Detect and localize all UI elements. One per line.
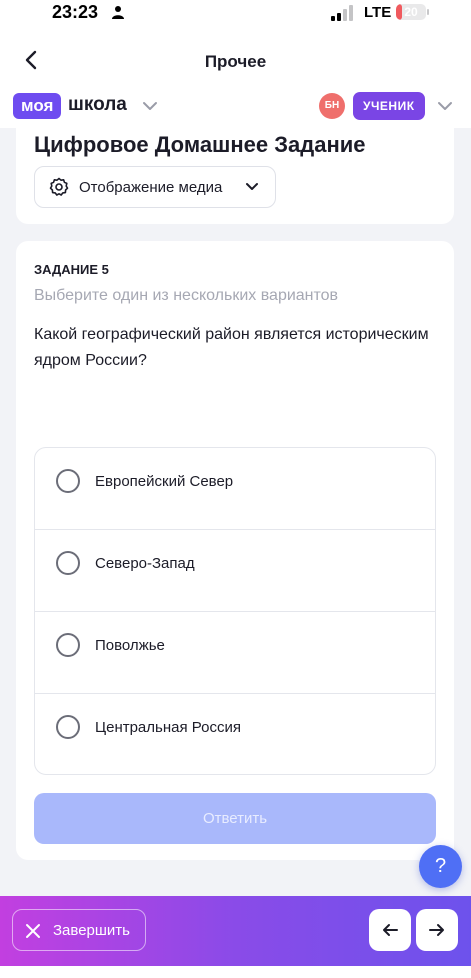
radio-button[interactable] (56, 469, 80, 493)
previous-task-button[interactable] (369, 909, 411, 951)
page-title: Прочее (204, 52, 267, 71)
navigation-bar: Прочее (0, 26, 471, 90)
battery-icon: 20 (396, 4, 426, 20)
chevron-down-icon (246, 183, 258, 190)
answer-option-label: Поволжье (95, 637, 165, 654)
homework-header-card: Цифровое Домашнее Задание Отображение ме… (16, 128, 454, 224)
answer-option[interactable]: Северо-Запад (35, 530, 435, 612)
answer-option-label: Центральная Россия (95, 719, 241, 736)
arrow-left-icon (383, 924, 398, 936)
answer-options: Европейский Север Северо-Запад Поволжье … (34, 447, 436, 775)
status-time: 23:23 (52, 2, 99, 22)
radio-button[interactable] (56, 633, 80, 657)
radio-button[interactable] (56, 551, 80, 575)
signal-icon (331, 5, 353, 21)
next-task-button[interactable] (416, 909, 458, 951)
task-number: ЗАДАНИЕ 5 (34, 262, 109, 277)
task-hint: Выберите один из нескольких вариантов (34, 287, 339, 304)
brand-bar: моя школа БН УЧЕНИК (0, 90, 471, 128)
submit-answer-button[interactable]: Ответить (34, 793, 436, 844)
gear-icon (49, 177, 69, 196)
bottom-action-bar: Завершить (0, 896, 471, 966)
media-display-label: Отображение медиа (79, 179, 223, 196)
logo-badge[interactable]: моя (13, 93, 62, 119)
logo-text[interactable]: школа (68, 94, 127, 116)
answer-option-label: Северо-Запад (95, 555, 195, 572)
battery-percent: 20 (404, 5, 418, 19)
finish-button[interactable]: Завершить (12, 909, 146, 951)
answer-option[interactable]: Центральная Россия (35, 694, 435, 774)
arrow-right-icon (429, 924, 444, 936)
finish-label: Завершить (53, 922, 130, 939)
role-badge[interactable]: УЧЕНИК (353, 92, 425, 120)
homework-title: Цифровое Домашнее Задание (34, 132, 366, 157)
home-indicator-area (0, 966, 471, 978)
answer-option-label: Европейский Север (95, 473, 234, 490)
chevron-down-icon[interactable] (142, 100, 158, 112)
chevron-down-icon[interactable] (437, 100, 453, 112)
answer-option[interactable]: Европейский Север (35, 448, 435, 530)
close-icon (26, 924, 40, 938)
answer-option[interactable]: Поволжье (35, 612, 435, 694)
battery-cap (427, 9, 429, 15)
radio-button[interactable] (56, 715, 80, 739)
network-type: LTE (364, 4, 392, 21)
task-question: Какой географический район является исто… (34, 326, 429, 369)
status-bar: 23:23 LTE 20 (0, 0, 471, 26)
avatar[interactable]: БН (319, 93, 345, 119)
person-icon (112, 6, 124, 19)
task-card: ЗАДАНИЕ 5 Выберите один из нескольких ва… (16, 241, 454, 860)
media-display-button[interactable]: Отображение медиа (34, 166, 276, 208)
help-button[interactable]: ? (419, 845, 462, 888)
